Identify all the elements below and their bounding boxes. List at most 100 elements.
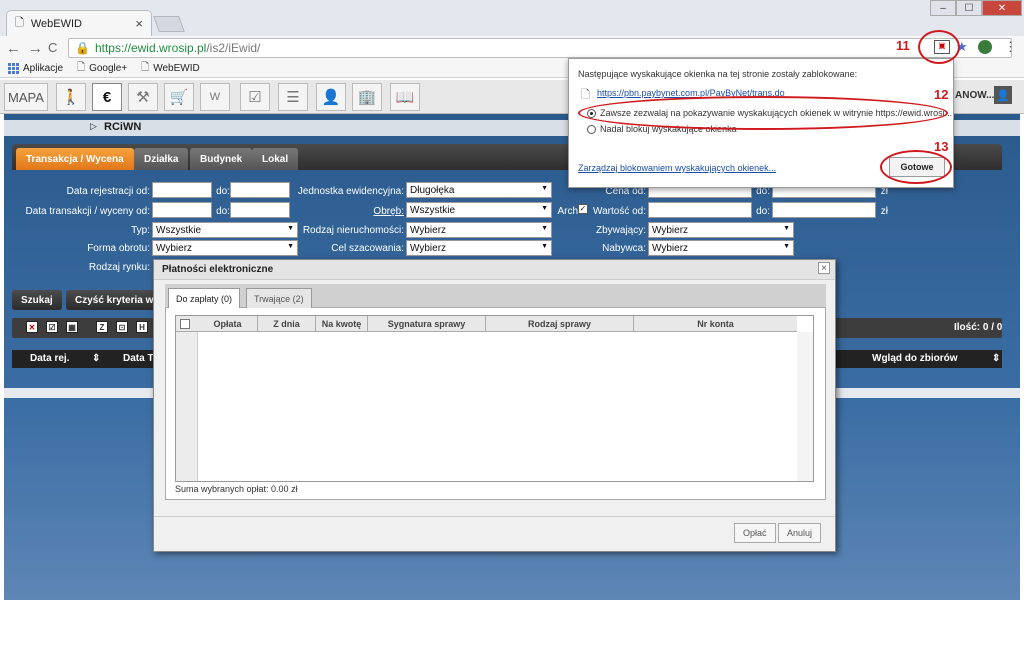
annotation-13: 13	[934, 139, 949, 154]
minimize-button[interactable]: –	[930, 0, 956, 16]
export-icon[interactable]: ⊡	[116, 321, 128, 333]
payments-grid	[175, 315, 814, 482]
typ-value: Wszystkie	[156, 224, 201, 236]
extension-icon[interactable]	[978, 40, 992, 54]
window-close-button[interactable]: ✕	[982, 0, 1022, 16]
col-na-kwote[interactable]: Na kwotę	[316, 316, 368, 332]
modal-title: Płatności elektroniczne	[154, 260, 835, 280]
wartosc-from-input[interactable]	[648, 202, 752, 218]
zbywajacy-select[interactable]: Wybierz	[648, 222, 794, 238]
module-title: RCiWN	[104, 121, 142, 133]
rodzaj-nier-value: Wybierz	[410, 224, 447, 236]
data-trans-to-input[interactable]	[230, 202, 290, 218]
maximize-button[interactable]: ☐	[956, 0, 982, 16]
oplac-button[interactable]: Opłać	[734, 523, 776, 543]
user-icon[interactable]: 👤	[316, 83, 346, 111]
menu-icon[interactable]: ⋮	[1004, 39, 1017, 55]
nabywca-select[interactable]: Wybierz	[648, 240, 794, 256]
tab-trwajace[interactable]: Trwające (2)	[246, 288, 312, 308]
sort-icon[interactable]: ⇕	[992, 353, 1000, 364]
cel-select[interactable]: Wybierz	[406, 240, 552, 256]
new-tab-button[interactable]	[153, 16, 185, 32]
label-rodzaj-nier: Rodzaj nieruchomości:	[302, 225, 404, 236]
col-oplata[interactable]: Opłata	[198, 316, 258, 332]
czysc-kryteria-button[interactable]: Czyść kryteria wy	[66, 290, 166, 310]
w-icon[interactable]: W	[200, 83, 230, 111]
label-jednostka: Jednostka ewidencyjna:	[297, 186, 404, 197]
annotation-oval-12	[578, 96, 948, 130]
forma-select[interactable]: Wybierz	[152, 240, 298, 256]
annotation-11: 11	[896, 38, 910, 53]
col-nr-konta[interactable]: Nr konta	[634, 316, 797, 332]
label-arch: Arch	[557, 206, 578, 217]
list-icon[interactable]: ☰	[278, 83, 308, 111]
popup-title: Następujące wyskakujące okienka na tej s…	[578, 69, 858, 79]
tab-close-icon[interactable]: ×	[135, 16, 143, 31]
bookmark-google-plus[interactable]: 🗋 Google+	[77, 60, 127, 77]
avatar[interactable]: 👤	[994, 86, 1012, 104]
obreb-select[interactable]: Wszystkie	[406, 202, 552, 218]
apps-icon	[8, 63, 19, 74]
col-data-t[interactable]: Data T	[123, 353, 154, 364]
reload-button[interactable]: C	[48, 40, 57, 55]
col-wglad[interactable]: Wgląd do zbiorów	[872, 353, 958, 364]
rodzaj-nier-select[interactable]: Wybierz	[406, 222, 552, 238]
sort-icon[interactable]: ⇕	[92, 353, 100, 364]
gavel-icon[interactable]: ⚒	[128, 83, 158, 111]
label-obreb[interactable]: Obręb:	[290, 206, 404, 217]
person-walking-icon[interactable]: 🚶	[56, 83, 86, 111]
col-sygnatura[interactable]: Sygnatura sprawy	[368, 316, 486, 332]
select-all-icon[interactable]: ☑	[46, 321, 58, 333]
tab-lokal[interactable]: Lokal	[252, 148, 299, 170]
col-z-dnia[interactable]: Z dnia	[258, 316, 316, 332]
forma-value: Wybierz	[156, 242, 193, 254]
grid-icon[interactable]: ▦	[66, 321, 78, 333]
tab-do-zaplaty[interactable]: Do zapłaty (0)	[168, 288, 241, 308]
data-rej-from-input[interactable]	[152, 182, 212, 198]
h-icon[interactable]: H	[136, 321, 148, 333]
label-cel: Cel szacowania:	[331, 243, 404, 254]
modal-close-icon[interactable]: ×	[818, 262, 830, 274]
block-radio[interactable]	[587, 125, 596, 134]
data-trans-from-input[interactable]	[152, 202, 212, 218]
bookmark-webewid[interactable]: 🗋 WebEWID	[141, 60, 200, 77]
select-all-checkbox[interactable]	[180, 319, 190, 329]
user-name: ANOW...	[955, 90, 995, 101]
typ-select[interactable]: Wszystkie	[152, 222, 298, 238]
anuluj-button[interactable]: Anuluj	[778, 523, 822, 543]
col-data-rej[interactable]: Data rej.	[30, 353, 69, 364]
label-typ: Typ:	[131, 225, 150, 236]
tab-transakcja[interactable]: Transakcja / Wycena	[16, 148, 134, 170]
col-rodzaj-sprawy[interactable]: Rodzaj sprawy	[486, 316, 634, 332]
annotation-oval-11	[918, 30, 960, 64]
label-data-rej: Data rejestracji od:	[66, 186, 150, 197]
checklist-icon[interactable]: ☑	[240, 83, 270, 111]
grid-row-selector	[176, 332, 198, 481]
tab-budynek[interactable]: Budynek	[190, 148, 253, 170]
address-bar[interactable]: 🔒 https://ewid.wrosip.pl /is2/iEwid/	[68, 38, 1012, 58]
page-icon: 🗋	[141, 62, 150, 73]
deselect-icon[interactable]: ✕	[26, 321, 38, 333]
jednostka-select[interactable]: Długołęka	[406, 182, 552, 198]
euro-icon[interactable]: €	[92, 83, 122, 111]
arch-checkbox[interactable]: ✓	[578, 204, 588, 214]
grid-scrollbar[interactable]	[797, 332, 813, 481]
cart-icon[interactable]: 🛒	[164, 83, 194, 111]
wartosc-to-input[interactable]	[772, 202, 876, 218]
bookmark-label: Google+	[89, 63, 128, 74]
url-host: https://ewid.wrosip.pl	[94, 41, 207, 55]
building-icon[interactable]: 🏢	[352, 83, 382, 111]
z-icon[interactable]: Z	[96, 321, 108, 333]
bookmark-apps[interactable]: Aplikacje	[8, 63, 63, 74]
page-icon: 🗋	[581, 89, 590, 101]
expand-icon[interactable]: ▷	[90, 121, 97, 132]
tab-dzialka[interactable]: Działka	[134, 148, 189, 170]
manage-popups-link[interactable]: Zarządzaj blokowaniem wyskakujących okie…	[578, 163, 776, 173]
data-rej-to-input[interactable]	[230, 182, 290, 198]
forward-button[interactable]: →	[28, 40, 43, 57]
back-button[interactable]: ←	[6, 40, 21, 57]
szukaj-button[interactable]: Szukaj	[12, 290, 62, 310]
book-icon[interactable]: 📖	[390, 83, 420, 111]
browser-tab[interactable]: 🗋 WebEWID ×	[6, 10, 152, 36]
mapa-button[interactable]: MAPA	[4, 83, 48, 111]
